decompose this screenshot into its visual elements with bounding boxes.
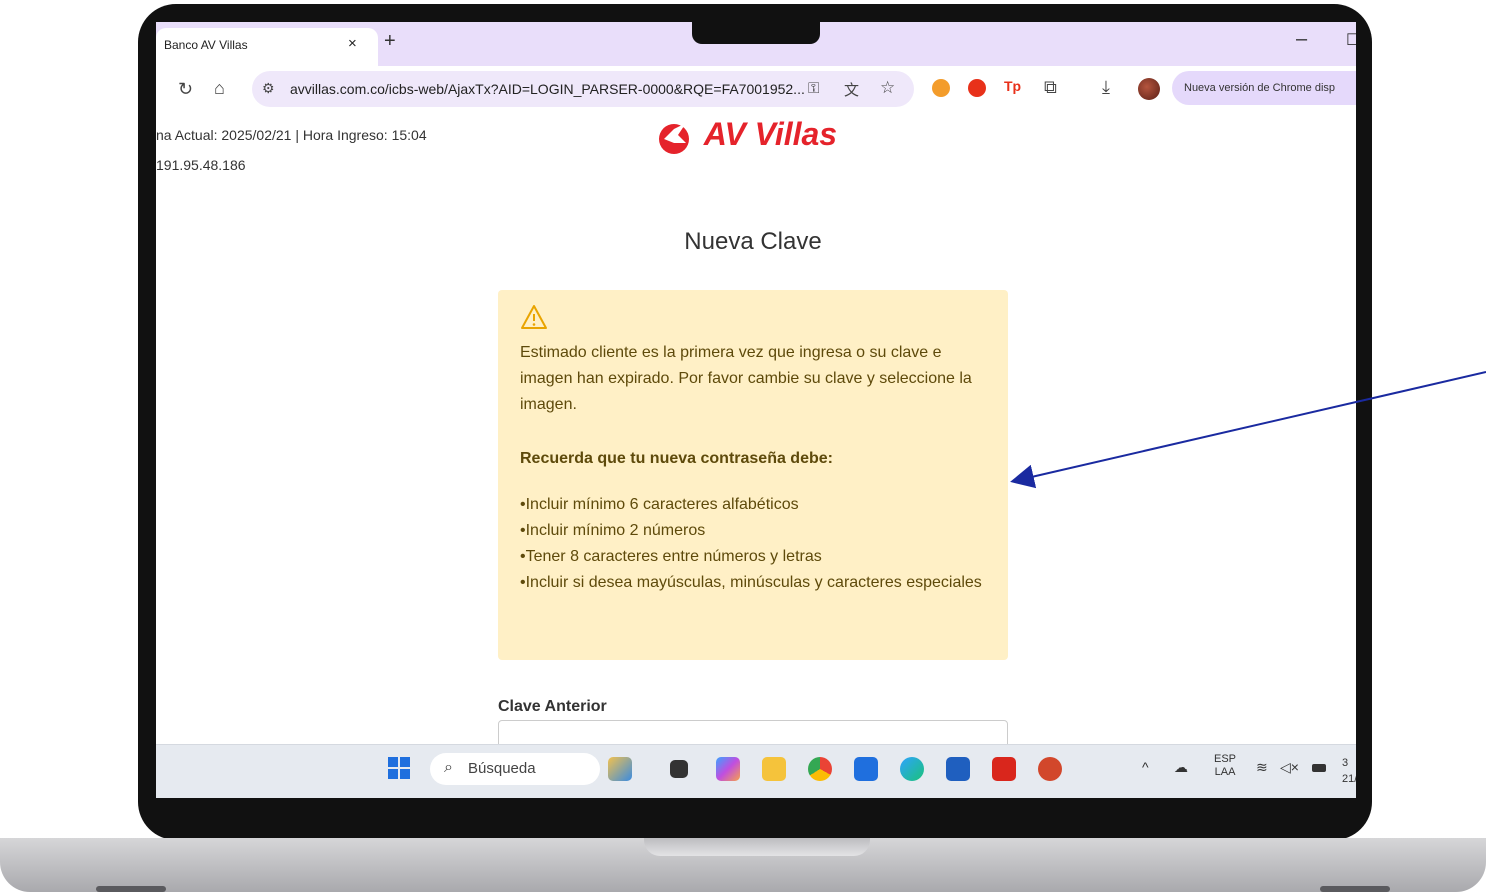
arrow-line — [1010, 371, 1486, 489]
annotation-arrow — [1010, 371, 1486, 489]
laptop-camera-notch — [692, 20, 820, 44]
